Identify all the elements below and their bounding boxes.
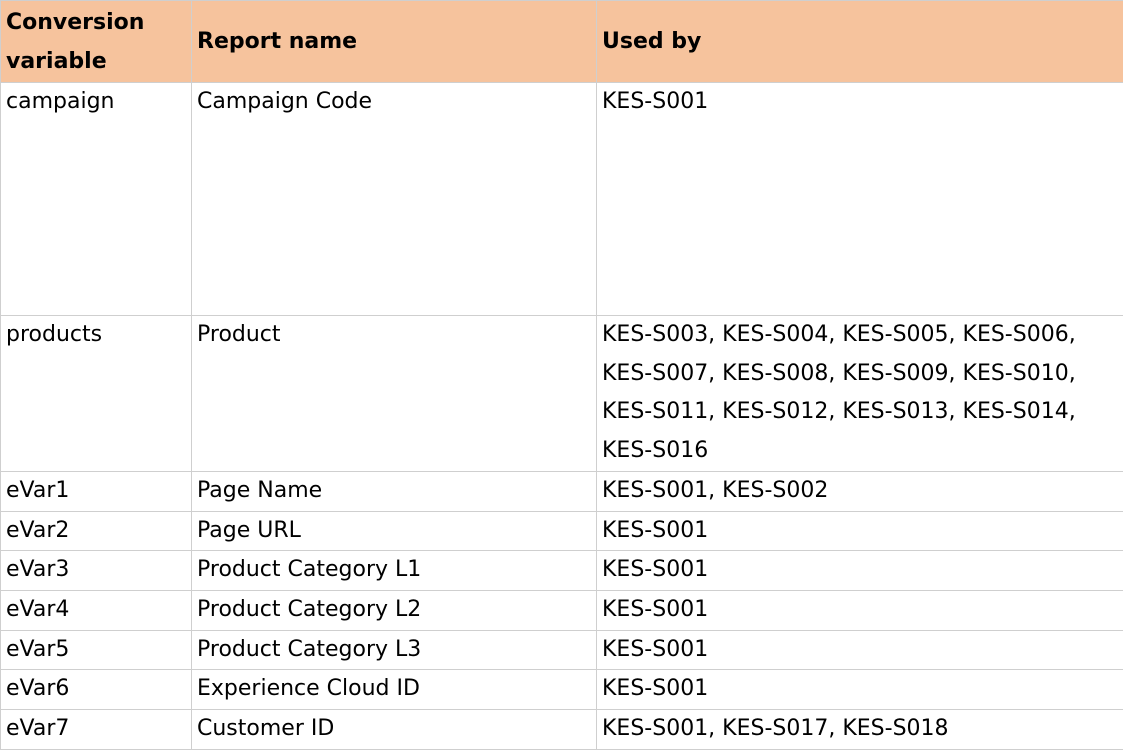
table-row: eVar3 Product Category L1 KES-S001 bbox=[1, 551, 1123, 591]
cell-report-name: Page URL bbox=[192, 511, 597, 551]
cell-variable: eVar2 bbox=[1, 511, 192, 551]
cell-report-name: Customer ID bbox=[192, 710, 597, 750]
cell-report-name: Product Category L3 bbox=[192, 630, 597, 670]
table-row: eVar2 Page URL KES-S001 bbox=[1, 511, 1123, 551]
cell-variable: eVar4 bbox=[1, 590, 192, 630]
cell-report-name: Campaign Code bbox=[192, 83, 597, 316]
cell-variable: eVar1 bbox=[1, 471, 192, 511]
table-body: campaign Campaign Code KES-S001 products… bbox=[1, 83, 1123, 750]
cell-variable: campaign bbox=[1, 83, 192, 316]
cell-used-by: KES-S001 bbox=[597, 511, 1123, 551]
cell-variable: eVar5 bbox=[1, 630, 192, 670]
cell-used-by: KES-S001 bbox=[597, 670, 1123, 710]
table-row: campaign Campaign Code KES-S001 bbox=[1, 83, 1123, 316]
cell-report-name: Product bbox=[192, 316, 597, 472]
cell-variable: eVar7 bbox=[1, 710, 192, 750]
cell-report-name: Page Name bbox=[192, 471, 597, 511]
table-row: eVar1 Page Name KES-S001, KES-S002 bbox=[1, 471, 1123, 511]
cell-used-by: KES-S003, KES-S004, KES-S005, KES-S006, … bbox=[597, 316, 1123, 472]
cell-report-name: Experience Cloud ID bbox=[192, 670, 597, 710]
cell-variable: eVar3 bbox=[1, 551, 192, 591]
cell-report-name: Product Category L2 bbox=[192, 590, 597, 630]
header-used-by: Used by bbox=[597, 1, 1123, 83]
table-row: eVar4 Product Category L2 KES-S001 bbox=[1, 590, 1123, 630]
cell-used-by: KES-S001, KES-S017, KES-S018 bbox=[597, 710, 1123, 750]
cell-report-name: Product Category L1 bbox=[192, 551, 597, 591]
cell-used-by: KES-S001 bbox=[597, 630, 1123, 670]
cell-variable: eVar6 bbox=[1, 670, 192, 710]
table-row: products Product KES-S003, KES-S004, KES… bbox=[1, 316, 1123, 472]
cell-used-by: KES-S001 bbox=[597, 590, 1123, 630]
header-report-name: Report name bbox=[192, 1, 597, 83]
cell-used-by: KES-S001 bbox=[597, 83, 1123, 316]
table-row: eVar6 Experience Cloud ID KES-S001 bbox=[1, 670, 1123, 710]
header-row: Conversion variable Report name Used by bbox=[1, 1, 1123, 83]
table-row: eVar5 Product Category L3 KES-S001 bbox=[1, 630, 1123, 670]
table-header: Conversion variable Report name Used by bbox=[1, 1, 1123, 83]
table-row: eVar7 Customer ID KES-S001, KES-S017, KE… bbox=[1, 710, 1123, 750]
header-conversion-variable: Conversion variable bbox=[1, 1, 192, 83]
cell-used-by: KES-S001 bbox=[597, 551, 1123, 591]
conversion-variables-table: Conversion variable Report name Used by … bbox=[0, 0, 1123, 750]
cell-used-by: KES-S001, KES-S002 bbox=[597, 471, 1123, 511]
cell-variable: products bbox=[1, 316, 192, 472]
